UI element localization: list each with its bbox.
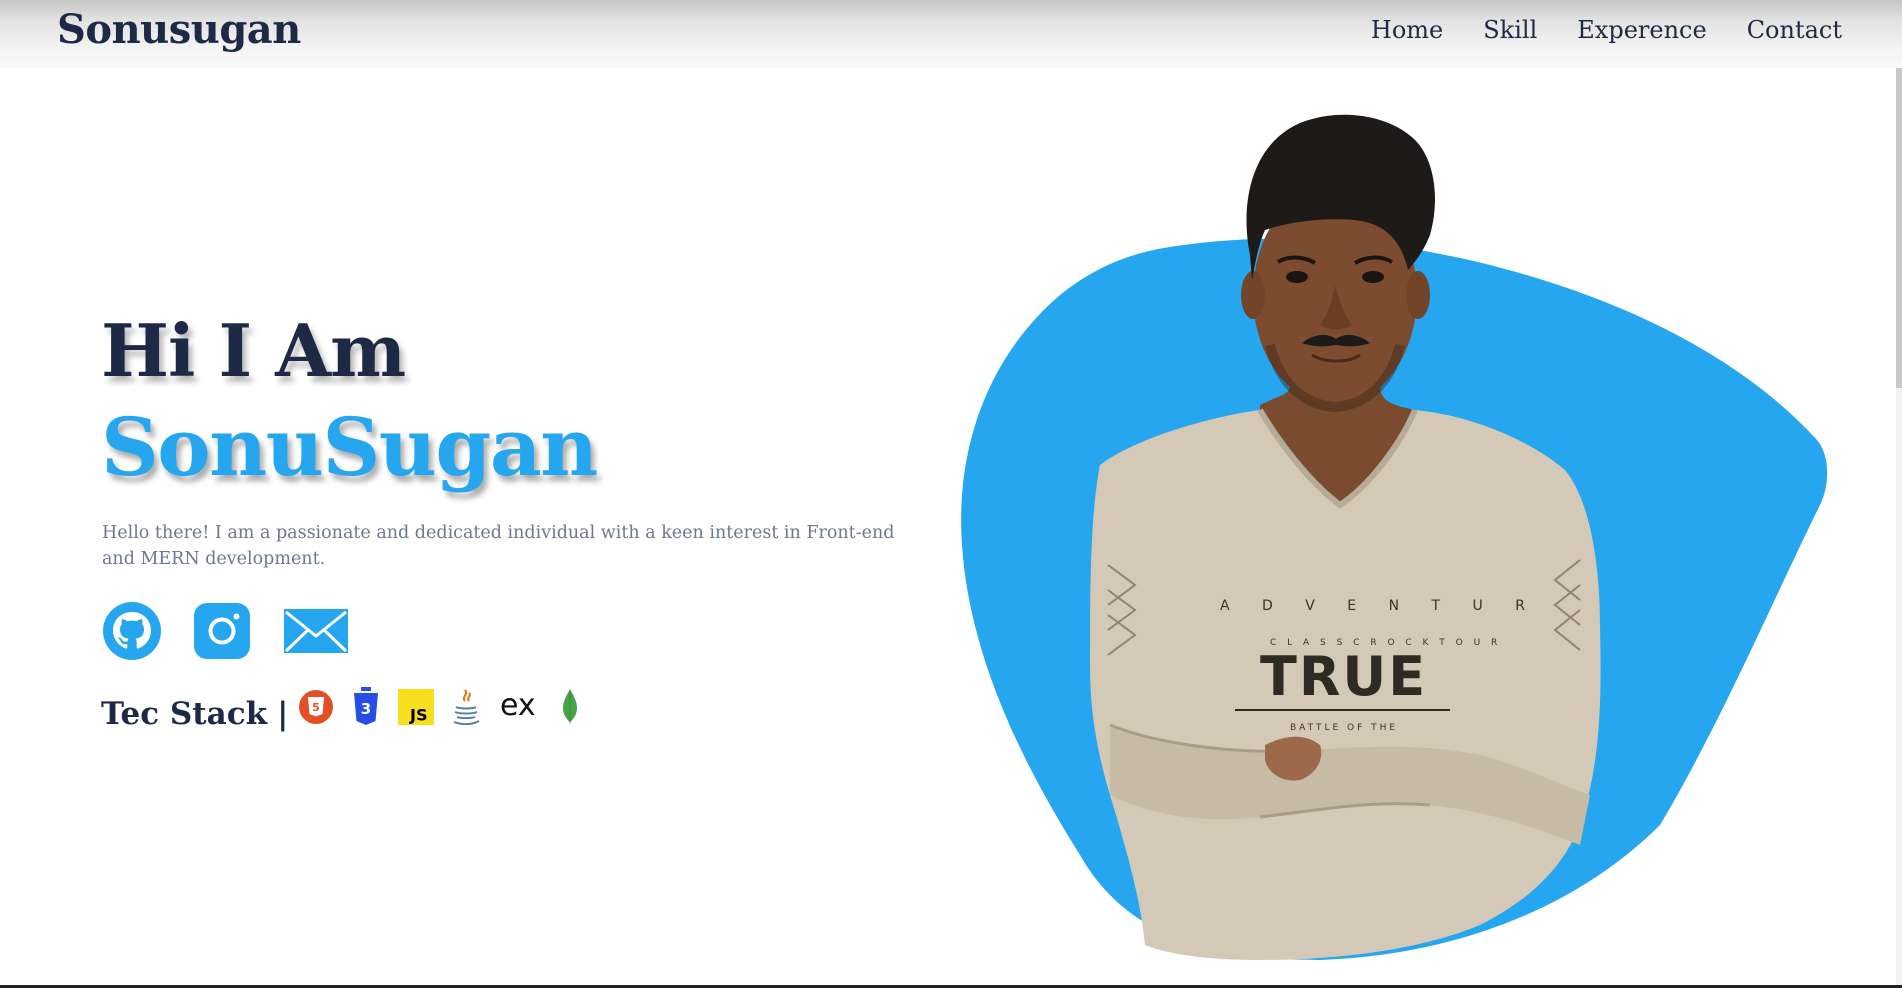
mail-link[interactable] [283, 607, 349, 659]
css3-icon: 3 [348, 687, 384, 725]
nav-link-skill[interactable]: Skill [1483, 16, 1537, 44]
svg-text:3: 3 [361, 700, 371, 718]
hero-greeting: Hi I Am [101, 308, 406, 393]
scrollbar-thumb[interactable] [1896, 68, 1902, 388]
svg-text:JS: JS [409, 705, 428, 724]
github-link[interactable] [103, 602, 161, 664]
tech-stack-separator: | [277, 696, 289, 732]
github-icon [103, 602, 161, 660]
javascript-icon: JS [398, 689, 435, 725]
portfolio-page: Sonusugan Home Skill Experence Contact H… [0, 0, 1902, 988]
svg-text:ex: ex [500, 689, 536, 723]
nav-link-home[interactable]: Home [1371, 16, 1443, 44]
hero-intro: Hello there! I am a passionate and dedic… [102, 523, 895, 569]
instagram-link[interactable] [193, 602, 251, 664]
hero-image: A D V E N T U R C L A S S C R O C K T O … [960, 105, 1840, 965]
hero-name: SonuSugan [101, 400, 598, 494]
instagram-icon [194, 603, 250, 659]
tech-icons: 5 3 JS ex [298, 687, 582, 726]
express-icon: ex [498, 689, 544, 725]
mongodb-icon [558, 689, 582, 725]
nav-link-experience[interactable]: Experence [1577, 16, 1706, 44]
svg-text:TRUE: TRUE [1260, 645, 1427, 708]
tech-stack: Tec Stack | 5 3 JS ex [101, 687, 582, 732]
svg-text:A D V E N T U R: A D V E N T U R [1220, 598, 1539, 614]
mail-icon [284, 609, 348, 653]
nav-links: Home Skill Experence Contact [1371, 16, 1842, 44]
svg-text:5: 5 [313, 701, 321, 714]
navbar: Sonusugan Home Skill Experence Contact [0, 0, 1902, 68]
java-icon [448, 689, 484, 726]
svg-text:BATTLE OF THE: BATTLE OF THE [1290, 723, 1398, 733]
nav-link-contact[interactable]: Contact [1747, 16, 1842, 44]
tech-stack-label: Tec Stack [101, 696, 268, 732]
brand-logo[interactable]: Sonusugan [57, 6, 301, 53]
social-links [103, 602, 349, 664]
profile-photo: A D V E N T U R C L A S S C R O C K T O … [961, 114, 1828, 960]
html5-icon: 5 [298, 689, 334, 725]
